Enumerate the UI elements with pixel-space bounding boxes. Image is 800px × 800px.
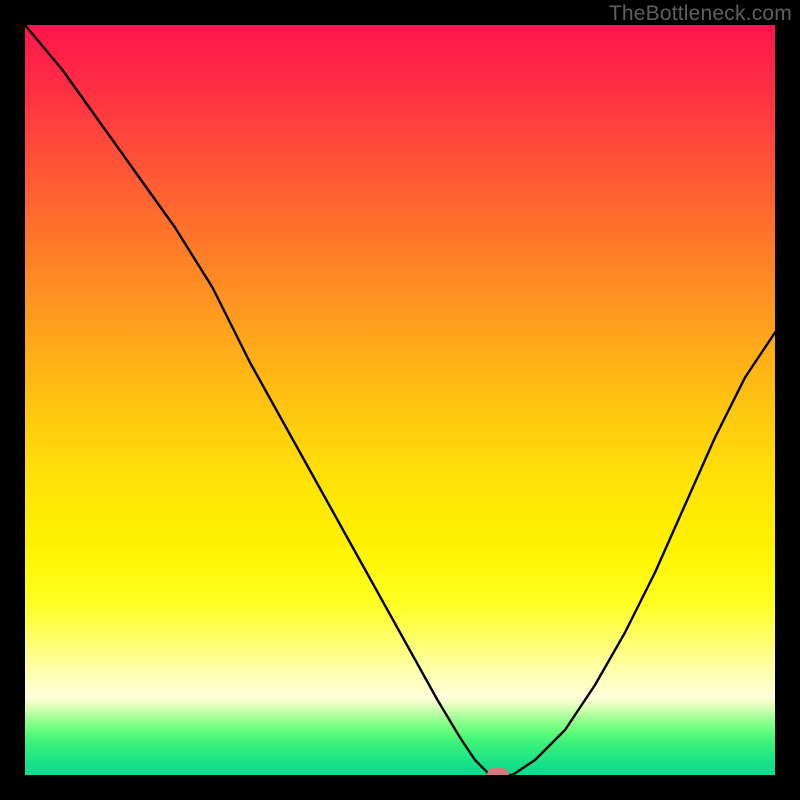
plot-area — [25, 25, 775, 775]
chart-frame: TheBottleneck.com — [0, 0, 800, 800]
optimal-point-marker — [487, 768, 509, 775]
watermark-text: TheBottleneck.com — [609, 2, 792, 26]
bottleneck-curve — [25, 25, 775, 775]
